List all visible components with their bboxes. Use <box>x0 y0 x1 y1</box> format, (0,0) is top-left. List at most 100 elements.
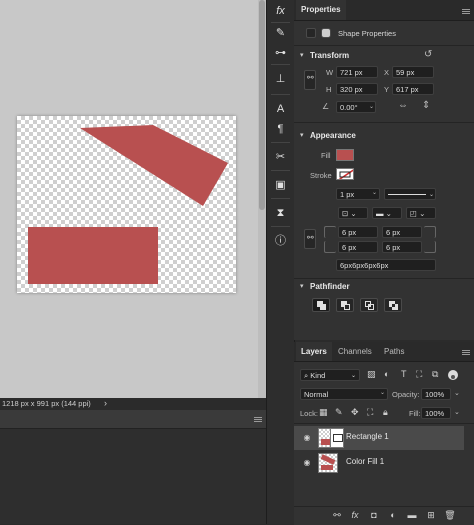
width-field[interactable]: 721 px <box>336 66 378 78</box>
blend-mode-dropdown-icon: ⌄ <box>380 390 386 396</box>
layer-effects-icon[interactable]: fx <box>349 509 361 521</box>
layer-filter-select[interactable]: ⌕ Kind ⌄ <box>300 369 360 381</box>
add-mask-icon[interactable]: ◘ <box>368 509 380 521</box>
panel-menu-icon[interactable] <box>254 416 262 423</box>
canvas-scroll-thumb[interactable] <box>259 0 265 210</box>
rectangle-shape[interactable] <box>28 227 158 284</box>
color-fill-shape[interactable] <box>80 125 228 206</box>
stroke-label: Stroke <box>310 171 332 180</box>
filter-type-icon[interactable]: T <box>401 369 407 379</box>
stroke-align-select[interactable]: ⊡ ⌄ <box>338 207 368 219</box>
properties-menu-icon[interactable] <box>462 8 470 15</box>
fill-opacity-label: Fill: <box>409 409 421 418</box>
intersect-shapes-button[interactable] <box>360 298 378 312</box>
lock-transparent-icon[interactable]: ▦ <box>319 407 328 418</box>
adjust-sliders-icon[interactable]: ⊶ <box>267 42 294 64</box>
pathfinder-chevron-icon[interactable]: ▾ <box>300 282 304 290</box>
corner-tl-icon <box>324 226 336 238</box>
visibility-eye-icon[interactable]: ◉ <box>302 458 312 468</box>
panel-toolbar: fx ✎ ⊶ ⊥ A ¶ ✂ ▣ ⧗ ⓘ <box>266 0 295 524</box>
flip-vertical-icon[interactable]: ⇕ <box>422 100 430 111</box>
radius-tr-field[interactable]: 6 px <box>382 226 422 238</box>
link-layers-icon[interactable]: ⚯ <box>331 509 343 521</box>
fill-label: Fill <box>321 151 331 160</box>
adjustment-layer-icon[interactable]: ◐ <box>387 509 399 521</box>
filter-smart-object-icon[interactable]: ⧉ <box>432 369 438 380</box>
lock-image-icon[interactable]: ✎ <box>335 407 343 418</box>
radius-br-field[interactable]: 6 px <box>382 241 422 253</box>
x-label: X <box>384 68 390 77</box>
radius-tl-field[interactable]: 6 px <box>338 226 378 238</box>
document-info: 1218 px x 991 px (144 ppi) <box>2 399 91 408</box>
paragraph-icon[interactable]: ¶ <box>267 118 294 140</box>
subtract-shapes-button[interactable] <box>336 298 354 312</box>
unite-shapes-button[interactable] <box>312 298 330 312</box>
layers-menu-icon[interactable] <box>462 349 470 356</box>
layer-row-color-fill-1[interactable]: ◉ Color Fill 1 <box>294 451 464 475</box>
angle-dropdown-icon[interactable]: ⌄ <box>369 103 374 110</box>
link-corners-icon[interactable]: ⚯ <box>304 229 316 249</box>
info-icon[interactable]: ⓘ <box>267 230 294 252</box>
filter-kind-label: Kind <box>310 371 326 380</box>
library-icon[interactable]: ▣ <box>267 174 294 196</box>
opacity-label: Opacity: <box>392 390 420 399</box>
visibility-eye-icon[interactable]: ◉ <box>302 433 312 443</box>
tools-icon[interactable]: ✂ <box>267 146 294 168</box>
filter-shape-icon[interactable]: ⛶ <box>416 369 422 380</box>
appearance-chevron-icon[interactable]: ▾ <box>300 131 304 139</box>
filter-toggle-icon[interactable] <box>448 370 458 380</box>
opacity-field[interactable]: 100% <box>421 388 451 400</box>
lock-position-icon[interactable]: ✥ <box>351 407 359 418</box>
filter-pixel-icon[interactable]: ▨ <box>367 369 376 380</box>
exclude-shapes-button[interactable] <box>384 298 402 312</box>
fill-dropdown-icon[interactable]: ⌄ <box>454 408 460 416</box>
x-field[interactable]: 59 px <box>392 66 434 78</box>
stroke-swatch[interactable] <box>336 168 354 180</box>
status-arrow-icon[interactable]: › <box>104 398 107 408</box>
radius-bl-field[interactable]: 6 px <box>338 241 378 253</box>
fill-opacity-field[interactable]: 100% <box>421 407 451 419</box>
radius-all-field[interactable]: 6px6px6px6px <box>336 259 436 271</box>
transform-chevron-icon[interactable]: ▾ <box>300 51 304 59</box>
flip-horizontal-icon[interactable]: ⇔ <box>398 100 408 111</box>
layer-row-rectangle-1[interactable]: ◉ Rectangle 1 <box>294 426 464 450</box>
reset-transform-icon[interactable]: ↺ <box>424 49 432 60</box>
stroke-width-dropdown-icon[interactable]: ⌄ <box>372 189 377 196</box>
lock-label: Lock: <box>300 409 318 418</box>
brush-icon[interactable]: ✎ <box>267 22 294 44</box>
lower-dock-header <box>0 410 266 429</box>
type-icon[interactable]: A <box>267 98 294 120</box>
stroke-join-select[interactable]: ◰ ⌄ <box>406 207 436 219</box>
layer-name[interactable]: Rectangle 1 <box>346 432 389 441</box>
shape-transform-icon <box>306 28 316 38</box>
tab-channels[interactable]: Channels <box>333 342 377 361</box>
new-group-icon[interactable]: ▬ <box>406 509 418 521</box>
link-dimensions-icon[interactable]: ⚯ <box>304 70 316 90</box>
height-field[interactable]: 320 px <box>336 83 378 95</box>
layer-name[interactable]: Color Fill 1 <box>346 457 384 466</box>
shape-properties-label: Shape Properties <box>338 29 396 38</box>
corner-tr-icon <box>424 226 436 238</box>
tab-properties[interactable]: Properties <box>296 0 346 20</box>
corner-br-icon <box>424 241 436 253</box>
lock-all-icon[interactable]: 🔒︎ <box>383 407 388 418</box>
h-label: H <box>326 85 332 94</box>
y-field[interactable]: 617 px <box>392 83 434 95</box>
stroke-style-select[interactable]: ⌄ <box>384 188 436 200</box>
history-icon[interactable]: ⧗ <box>267 202 294 224</box>
filter-adjustment-icon[interactable]: ◐ <box>384 369 389 379</box>
appearance-title: Appearance <box>310 131 356 140</box>
delete-layer-icon[interactable]: 🗑︎ <box>444 509 456 521</box>
fill-swatch[interactable] <box>336 149 354 161</box>
blend-mode-select[interactable]: Normal <box>300 388 388 400</box>
status-bar: 1218 px x 991 px (144 ppi) › <box>0 398 266 410</box>
fx-icon[interactable]: fx <box>267 0 294 22</box>
new-layer-icon[interactable]: ⊞ <box>425 509 437 521</box>
document-canvas[interactable] <box>17 116 236 293</box>
tab-paths[interactable]: Paths <box>379 342 409 361</box>
stroke-cap-select[interactable]: ▬ ⌄ <box>372 207 402 219</box>
tab-layers[interactable]: Layers <box>296 342 332 361</box>
opacity-dropdown-icon[interactable]: ⌄ <box>454 389 460 397</box>
stamp-icon[interactable]: ⊥ <box>267 68 294 90</box>
lock-artboard-icon[interactable]: ⛶ <box>367 407 373 418</box>
